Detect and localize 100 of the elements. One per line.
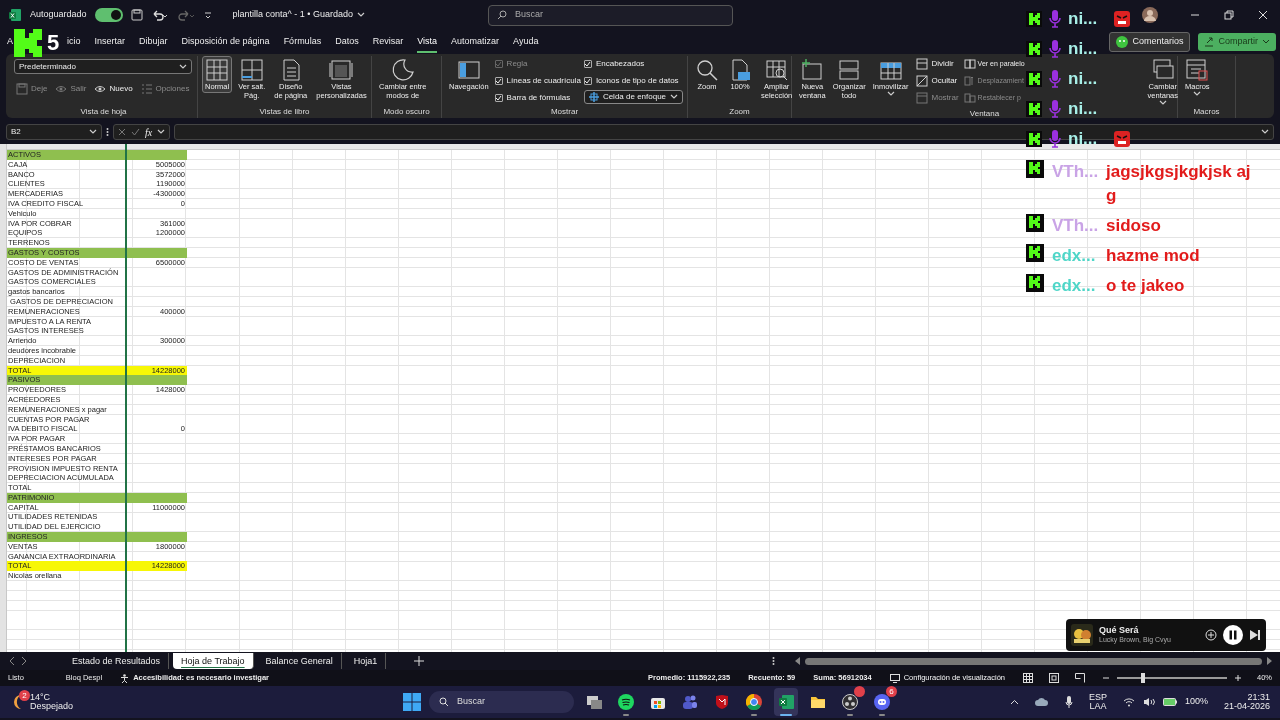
chat-app-icon[interactable] — [874, 694, 891, 710]
pages-icon — [329, 58, 354, 82]
share-icon — [1204, 37, 1215, 47]
check-icon[interactable] — [131, 128, 140, 136]
zoom-in-icon[interactable] — [1235, 675, 1241, 681]
sheet-tab[interactable]: Hoja de Trabajo — [173, 653, 254, 669]
menu-tab[interactable]: Dibujar — [132, 33, 175, 51]
checkbox[interactable] — [583, 60, 592, 68]
zoom-selection-icon — [764, 58, 789, 82]
record-app-icon[interactable] — [842, 694, 859, 710]
next-sheet-icon[interactable] — [20, 656, 28, 666]
group-label: Ventana — [969, 108, 1000, 120]
microphone-icon — [1048, 40, 1062, 58]
music-app-icon[interactable] — [618, 694, 635, 710]
menu-tab[interactable]: Insertar — [87, 33, 133, 51]
avatar-icon[interactable] — [1142, 7, 1158, 23]
username: ni... — [1068, 98, 1098, 121]
chevron-down-icon[interactable] — [1261, 129, 1269, 135]
sheet-tab[interactable]: Hoja1 — [345, 653, 387, 669]
wifi-icon[interactable] — [1122, 697, 1135, 707]
check-icon — [495, 61, 503, 67]
ribbon-button[interactable]: Nuevo — [92, 81, 135, 97]
checkbox[interactable] — [494, 94, 503, 102]
checkbox[interactable] — [583, 77, 592, 85]
autosave-toggle[interactable] — [94, 8, 123, 22]
page-break-icon[interactable] — [1075, 673, 1085, 683]
cancel-icon[interactable] — [118, 128, 126, 136]
table-cell — [125, 532, 187, 542]
restore-icon[interactable] — [1224, 10, 1234, 20]
focus-cell-button[interactable]: Celda de enfoque — [583, 90, 684, 104]
save-icon[interactable] — [130, 9, 143, 21]
microphone-icon — [1048, 70, 1062, 88]
close-icon[interactable] — [1258, 10, 1268, 20]
name-box[interactable]: B2 — [6, 124, 102, 140]
scroll-left-icon[interactable] — [795, 657, 802, 665]
group-label: Vistas de libro — [259, 106, 310, 118]
page-layout-icon[interactable] — [1049, 673, 1059, 683]
redo-icon[interactable] — [176, 9, 195, 21]
speaker-icon[interactable] — [1142, 697, 1155, 707]
logo-icon — [1026, 131, 1042, 147]
menu-tab[interactable]: Datos — [328, 33, 366, 51]
skip-next-icon[interactable] — [1249, 629, 1261, 641]
clock[interactable]: 21:31 21-04-2026 — [1223, 693, 1270, 711]
menu-tab[interactable]: icio — [60, 33, 88, 51]
sheet-tab[interactable]: Estado de Resultados — [64, 653, 170, 669]
chat-message: hazme mod — [1106, 245, 1201, 267]
previous-sheet-icon[interactable] — [8, 656, 16, 666]
logo-icon — [1026, 274, 1044, 292]
more-icon[interactable] — [772, 656, 776, 666]
browser-icon[interactable] — [746, 694, 763, 710]
weather-widget[interactable]: 2 14°C Despejado — [10, 693, 74, 711]
insert-function-button[interactable]: fx — [145, 124, 153, 140]
task-view-icon[interactable] — [586, 694, 603, 710]
username: ni... — [1068, 68, 1098, 91]
search-field[interactable]: Buscar — [488, 4, 733, 26]
ribbon-button[interactable]: Ocultar — [914, 73, 961, 89]
share-button[interactable]: Compartir — [1198, 33, 1276, 51]
pause-icon[interactable] — [1223, 625, 1243, 645]
more-icon[interactable] — [106, 127, 109, 137]
microphone-icon[interactable] — [1064, 696, 1073, 708]
start-icon[interactable] — [403, 693, 422, 711]
menu-tab[interactable]: Automatizar — [444, 33, 507, 51]
username: ni... — [1068, 8, 1098, 31]
menu-tab[interactable]: Disposición de página — [174, 33, 277, 51]
normal-view-icon[interactable] — [1023, 673, 1033, 683]
logo-icon — [1026, 41, 1042, 57]
shield-icon[interactable] — [714, 694, 731, 710]
group-label: Mostrar — [550, 106, 579, 118]
chevron-down-icon[interactable] — [157, 129, 166, 135]
sheet-tab[interactable]: Balance General — [257, 653, 342, 669]
reset-position-icon — [963, 92, 976, 104]
checkbox[interactable] — [494, 77, 503, 85]
zoom-out-icon[interactable] — [1103, 675, 1109, 681]
group-label: Vista de hoja — [80, 106, 127, 118]
people-icon[interactable] — [682, 694, 699, 710]
taskbar-search[interactable]: Buscar — [429, 691, 575, 713]
spreadsheet-app-icon[interactable] — [778, 694, 795, 710]
save-icon — [16, 83, 28, 95]
chevron-up-icon[interactable] — [1009, 699, 1019, 705]
eye-icon — [55, 83, 68, 95]
document-title[interactable]: plantilla conta^ - 1 • Guardado — [232, 8, 365, 22]
add-icon[interactable] — [1205, 629, 1217, 641]
folder-icon[interactable] — [810, 694, 827, 710]
menu-tab[interactable]: Ayuda — [506, 33, 546, 51]
grid-icon — [205, 58, 230, 82]
menu-tab[interactable]: Vista — [410, 33, 445, 51]
cloud-icon[interactable] — [1034, 697, 1049, 707]
ribbon-button[interactable]: Dividir — [914, 56, 961, 72]
menu-tab[interactable]: A — [4, 33, 16, 51]
scroll-right-icon[interactable] — [1266, 657, 1272, 665]
language-indicator[interactable]: ESP LAA — [1088, 693, 1107, 711]
comments-button[interactable]: Comentarios — [1109, 32, 1191, 52]
menu-tab[interactable]: Fórmulas — [276, 33, 329, 51]
horizontal-scrollbar[interactable] — [805, 657, 1262, 665]
battery-icon[interactable] — [1162, 698, 1177, 706]
customize-icon[interactable] — [202, 10, 213, 20]
view-select[interactable]: Predeterminado — [14, 59, 192, 74]
add-sheet-icon[interactable] — [414, 656, 425, 666]
menu-tab[interactable]: Revisar — [365, 33, 411, 51]
chevron-down-icon — [179, 63, 187, 70]
